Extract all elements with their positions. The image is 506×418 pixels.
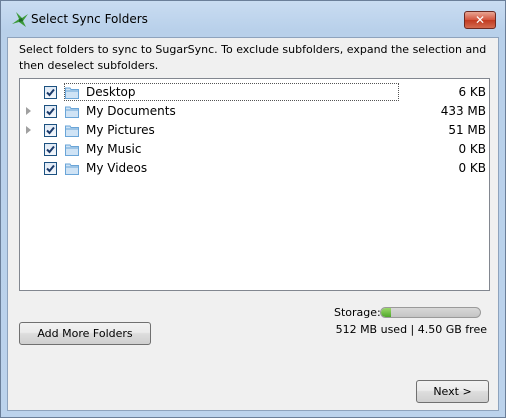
expand-triangle-icon[interactable] [26,126,31,134]
folder-tree[interactable]: Desktop 6 KB My Documents 433 MB My Pictures… [19,78,490,291]
checkmark-icon [46,107,55,116]
folder-size: 0 KB [458,142,486,156]
folder-name: My Videos [86,161,148,175]
folder-checkbox[interactable] [44,124,57,137]
folder-row[interactable]: My Videos 0 KB [20,159,489,178]
checkmark-icon [46,145,55,154]
title-bar[interactable]: Select Sync Folders ✕ [1,1,505,37]
expand-triangle-icon[interactable] [26,107,31,115]
storage-label: Storage: [334,306,381,319]
folder-size: 0 KB [458,161,486,175]
close-icon: ✕ [474,13,486,27]
storage-usage-text: 512 MB used | 4.50 GB free [335,323,487,336]
folder-checkbox[interactable] [44,105,57,118]
folder-size: 51 MB [448,123,486,137]
close-button[interactable]: ✕ [464,11,496,29]
folder-row[interactable]: Desktop 6 KB [20,83,489,102]
storage-fill [381,308,391,317]
window-title: Select Sync Folders [31,12,148,26]
folder-checkbox[interactable] [44,143,57,156]
dialog-window: Select Sync Folders ✕ Select folders to … [0,0,506,418]
add-more-folders-button[interactable]: Add More Folders [19,322,151,345]
folder-icon [65,125,79,137]
instructions-text: Select folders to sync to SugarSync. To … [19,43,487,72]
folder-name: My Documents [86,104,176,118]
folder-name: My Music [86,142,142,156]
folder-row[interactable]: My Music 0 KB [20,140,489,159]
checkmark-icon [46,88,55,97]
storage-progress-bar [380,307,481,318]
folder-size: 6 KB [458,85,486,99]
add-more-folders-label: Add More Folders [37,327,133,340]
dialog-body: Select folders to sync to SugarSync. To … [7,37,499,411]
sugarsync-logo-icon [12,12,28,27]
next-button[interactable]: Next > [416,380,489,403]
folder-icon [65,106,79,118]
folder-size: 433 MB [440,104,486,118]
checkmark-icon [46,164,55,173]
folder-row[interactable]: My Documents 433 MB [20,102,489,121]
folder-icon [65,144,79,156]
folder-row[interactable]: My Pictures 51 MB [20,121,489,140]
folder-checkbox[interactable] [44,162,57,175]
folder-name: Desktop [86,85,136,99]
next-button-label: Next > [433,385,472,398]
folder-name: My Pictures [86,123,155,137]
checkmark-icon [46,126,55,135]
folder-checkbox[interactable] [44,86,57,99]
folder-icon [65,163,79,175]
